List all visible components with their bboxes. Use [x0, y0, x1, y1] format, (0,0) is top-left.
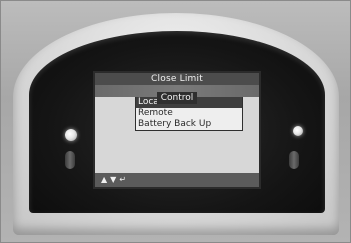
- left-control-knob[interactable]: [65, 151, 75, 169]
- down-arrow-icon[interactable]: ▼: [110, 173, 116, 187]
- left-indicator-light: [65, 129, 77, 141]
- right-indicator-light: [293, 126, 303, 136]
- enter-icon[interactable]: ↵: [119, 173, 126, 187]
- right-control-knob[interactable]: [289, 151, 299, 169]
- screen-subtitle-bar: Control: [95, 85, 259, 104]
- navigation-bar: ▲ ▼ ↵: [95, 173, 259, 187]
- menu-item-remote[interactable]: Remote: [136, 108, 242, 119]
- up-arrow-icon[interactable]: ▲: [101, 173, 107, 187]
- lcd-screen: Close Limit Control Local Remote Battery…: [93, 71, 261, 189]
- screen-subtitle: Control: [156, 92, 198, 104]
- screen-title: Close Limit: [95, 73, 259, 85]
- menu-item-battery-back-up[interactable]: Battery Back Up: [136, 119, 242, 130]
- photo-frame: Close Limit Control Local Remote Battery…: [0, 0, 351, 243]
